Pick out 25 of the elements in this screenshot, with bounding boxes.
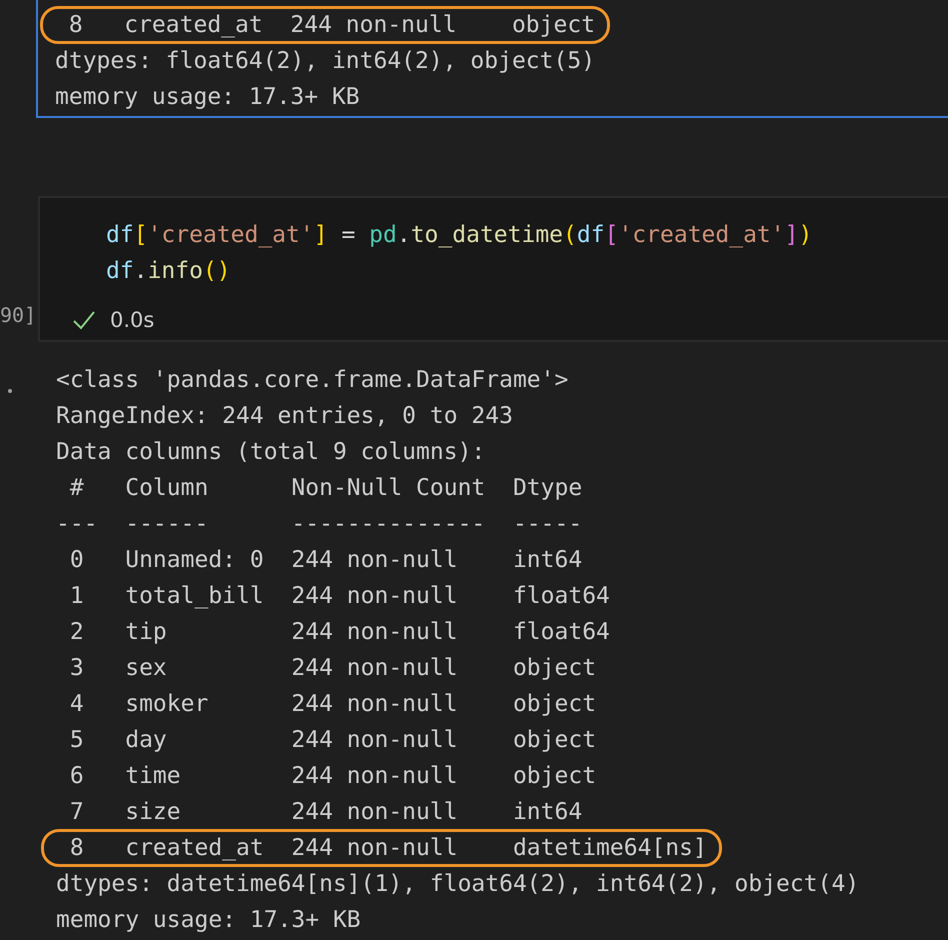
output-line: 4 smoker 244 non-null object [68,690,596,719]
output-line: Data columns (total 9 columns): [56,438,486,467]
output-line: 2 tip 244 non-null float64 [68,618,610,647]
output-line: 8 created_at 244 non-null datetime64[ns] [41,829,722,867]
output-line: 7 size 244 non-null int64 [68,798,582,827]
output-line: 0 Unnamed: 0 244 non-null int64 [68,546,582,575]
output-line: dtypes: float64(2), int64(2), object(5) [55,47,596,76]
dot-icon [8,389,12,393]
execution-time: 0.0s [110,308,154,332]
output-line: dtypes: datetime64[ns](1), float64(2), int64(2), object(4) [56,870,860,899]
output-line: 8 created_at 244 non-null object [40,6,610,44]
output-line: memory usage: 17.3+ KB [55,83,360,112]
output-line: # Column Non-Null Count Dtype [68,474,582,503]
output-line: --- ------ -------------- ----- [56,510,582,539]
output-line: 1 total_bill 244 non-null float64 [68,582,610,611]
output-line: memory usage: 17.3+ KB [56,906,361,935]
code-line: df.info() [106,258,231,284]
output-line: 5 day 244 non-null object [68,726,596,755]
output-line: RangeIndex: 244 entries, 0 to 243 [56,402,513,431]
output-line: <class 'pandas.core.frame.DataFrame'> [56,366,568,395]
output-line: 6 time 244 non-null object [68,762,596,791]
output-line: 3 sex 244 non-null object [68,654,596,683]
execution-count: 90] [0,303,36,327]
code-cell[interactable]: df['created_at'] = pd.to_datetime(df['created_at']) df.info() 0.0s [38,196,948,342]
code-line: df['created_at'] = pd.to_datetime(df['created_at']) [106,222,812,248]
